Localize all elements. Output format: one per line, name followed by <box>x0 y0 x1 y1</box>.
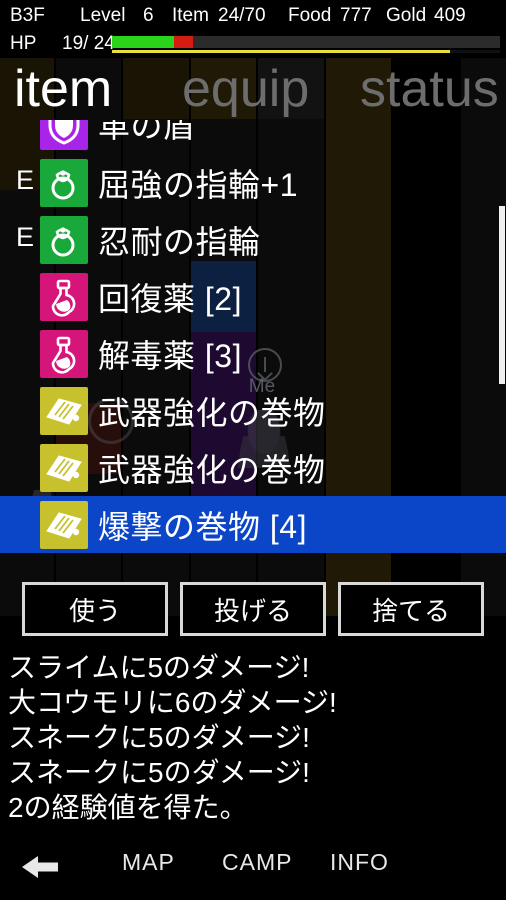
nav-map[interactable]: MAP <box>122 849 175 876</box>
bottom-nav-bar: MAP CAMP INFO <box>0 835 506 900</box>
drop-button[interactable]: 捨てる <box>338 582 484 636</box>
ring-icon-glyph <box>40 159 88 207</box>
item-row[interactable]: 武器強化の巻物 <box>0 439 506 496</box>
tab-status[interactable]: status <box>360 60 499 118</box>
potion-icon-glyph <box>40 273 88 321</box>
item-row[interactable]: 武器強化の巻物 <box>0 382 506 439</box>
message-line: スネークに5のダメージ! <box>8 722 310 753</box>
item-list-scrollbar[interactable] <box>499 206 505 384</box>
food-value: 777 <box>340 5 372 26</box>
level-label: Level <box>80 5 126 26</box>
ring-icon <box>40 216 88 264</box>
floor-indicator: B3F <box>10 5 45 26</box>
item-row[interactable]: E 忍耐の指輪 <box>0 211 506 268</box>
hp-value: 19/ 24 <box>62 33 115 54</box>
scroll-icon <box>40 444 88 492</box>
status-line-primary: B3F Level 6 Item 24/70 Food 777 Gold 409 <box>0 3 506 29</box>
potion-icon <box>40 273 88 321</box>
tab-equip[interactable]: equip <box>182 60 309 118</box>
exp-bar-fill <box>112 50 450 53</box>
item-count-value: 24/70 <box>218 5 266 26</box>
item-row[interactable]: 解毒薬 [3] <box>0 325 506 382</box>
equipped-marker: E <box>16 165 35 195</box>
message-line: 2の経験値を得た。 <box>8 792 248 823</box>
nav-info[interactable]: INFO <box>330 849 389 876</box>
shield-icon <box>40 120 88 150</box>
throw-button[interactable]: 投げる <box>180 582 326 636</box>
hp-bar-fill <box>112 36 175 48</box>
exp-bar <box>112 50 500 53</box>
item-name: 武器強化の巻物 <box>98 395 326 431</box>
item-row[interactable]: 爆撃の巻物 [4] <box>0 496 506 553</box>
item-name: 解毒薬 [3] <box>98 338 242 374</box>
message-line: スネークに5のダメージ! <box>8 757 310 788</box>
action-button-row: 使う 投げる 捨てる <box>0 582 506 642</box>
menu-tabs: item equip status <box>0 60 506 120</box>
message-line: 大コウモリに6のダメージ! <box>8 687 337 718</box>
item-count-label: Item <box>172 5 209 26</box>
message-line: スライムに5のダメージ! <box>8 652 310 683</box>
scroll-icon-glyph <box>40 444 88 492</box>
message-log: スライムに5のダメージ! 大コウモリに6のダメージ! スネークに5のダメージ! スネー… <box>0 650 506 835</box>
scroll-icon <box>40 501 88 549</box>
game-screen: Me B3F Level 6 Item 24/70 Food 777 Gold … <box>0 0 506 900</box>
scroll-icon <box>40 387 88 435</box>
back-arrow-icon[interactable] <box>18 849 62 885</box>
potion-icon-glyph <box>40 330 88 378</box>
item-row[interactable]: 回復薬 [2] <box>0 268 506 325</box>
equipped-marker: E <box>16 222 35 252</box>
hp-bar <box>112 36 500 48</box>
tab-item[interactable]: item <box>14 60 112 118</box>
item-name: 爆撃の巻物 [4] <box>98 509 307 545</box>
gold-label: Gold <box>386 5 427 26</box>
item-name: 忍耐の指輪 <box>98 224 261 260</box>
shield-icon-glyph <box>40 120 88 150</box>
gold-value: 409 <box>434 5 466 26</box>
ring-icon-glyph <box>40 216 88 264</box>
item-row[interactable]: 革の盾 <box>0 120 506 154</box>
hp-label: HP <box>10 33 37 54</box>
item-name: 回復薬 [2] <box>98 281 242 317</box>
item-name: 屈強の指輪+1 <box>98 167 298 203</box>
item-name: 革の盾 <box>98 120 196 144</box>
level-value: 6 <box>143 5 154 26</box>
hp-bar-loss <box>174 36 194 48</box>
item-row[interactable]: E 屈強の指輪+1 <box>0 154 506 211</box>
item-name: 武器強化の巻物 <box>98 452 326 488</box>
scroll-icon-glyph <box>40 387 88 435</box>
food-label: Food <box>288 5 332 26</box>
ring-icon <box>40 159 88 207</box>
use-button[interactable]: 使う <box>22 582 168 636</box>
scroll-icon-glyph <box>40 501 88 549</box>
nav-camp[interactable]: CAMP <box>222 849 292 876</box>
status-bar: B3F Level 6 Item 24/70 Food 777 Gold 409… <box>0 0 506 58</box>
potion-icon <box>40 330 88 378</box>
item-list[interactable]: 革の盾 E 屈強の指輪+1 E 忍耐の指輪回復薬 [2] 解毒薬 [3] 武器強化の巻物 武器… <box>0 120 506 568</box>
